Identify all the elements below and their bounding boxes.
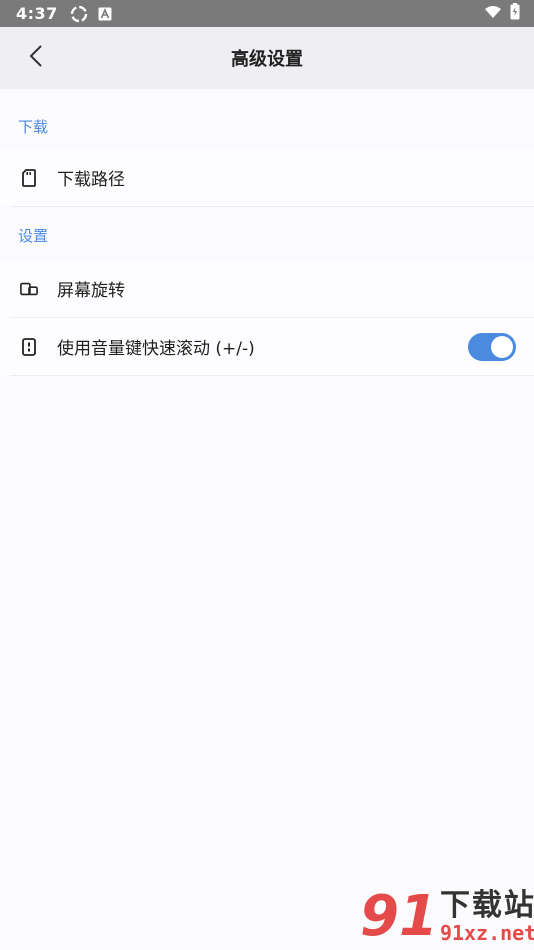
watermark-number: 91 (360, 884, 438, 949)
back-button[interactable] (18, 27, 54, 89)
volume-keys-icon (20, 337, 38, 356)
divider (10, 375, 534, 376)
toggle-knob (491, 335, 513, 358)
page-title: 高级设置 (231, 49, 303, 70)
battery-icon (510, 3, 520, 24)
screen-rotation-item[interactable]: 屏幕旋转 (0, 260, 534, 317)
a-badge-icon (98, 7, 112, 21)
sync-icon (70, 5, 88, 23)
screen-rotation-label: 屏幕旋转 (57, 281, 125, 301)
wifi-icon (484, 4, 502, 23)
chevron-left-icon (29, 45, 43, 71)
section-header-settings: 设置 (18, 227, 49, 245)
volume-keys-scroll-label: 使用音量键快速滚动 (+/-) (57, 339, 255, 359)
volume-keys-scroll-toggle[interactable] (468, 332, 516, 361)
volume-keys-scroll-item[interactable]: 使用音量键快速滚动 (+/-) (0, 318, 534, 375)
download-path-item[interactable]: 下载路径 (0, 149, 534, 206)
watermark-text: 下载站 (439, 888, 534, 923)
status-bar: 4:37 (0, 0, 534, 27)
watermark-logo: 91 下载站 91xz.net (360, 884, 534, 949)
app-bar: 高级设置 (0, 27, 534, 89)
status-time: 4:37 (16, 4, 58, 23)
section-header-download: 下载 (18, 118, 49, 136)
watermark-domain: 91xz.net (439, 921, 534, 945)
screen-rotation-icon (20, 280, 38, 298)
sd-card-icon (20, 168, 38, 187)
download-path-label: 下载路径 (57, 170, 125, 190)
